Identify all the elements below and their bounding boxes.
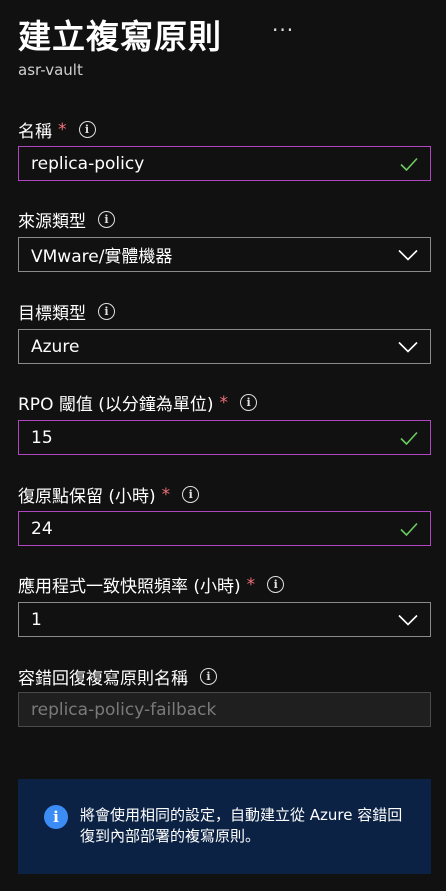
source-type-label: 來源類型 i (18, 207, 115, 232)
banner-text: 將會使用相同的設定，自動建立從 Azure 容錯回復到內部部署的複寫原則。 (80, 806, 403, 845)
chevron-down-icon (398, 614, 418, 626)
name-label: 名稱 * i (18, 117, 96, 142)
retention-input[interactable]: 24 (18, 511, 431, 546)
target-type-label-text: 目標類型 (18, 304, 86, 324)
check-icon (400, 431, 418, 445)
chevron-down-icon (398, 249, 418, 261)
info-icon[interactable]: i (182, 486, 200, 503)
info-banner: i 將會使用相同的設定，自動建立從 Azure 容錯回復到內部部署的複寫原則。 (18, 779, 431, 874)
rpo-label-text: RPO 閾值 (以分鐘為單位) (18, 395, 214, 415)
required-marker: * (58, 119, 67, 140)
name-label-text: 名稱 (18, 122, 52, 142)
app-snapshot-value: 1 (31, 609, 42, 630)
info-icon[interactable]: i (267, 576, 285, 593)
source-type-dropdown[interactable]: VMware/實體機器 (18, 237, 431, 272)
failback-name-value: replica-policy-failback (31, 699, 217, 720)
required-marker: * (161, 484, 171, 505)
info-icon[interactable]: i (240, 394, 258, 411)
rpo-label: RPO 閾值 (以分鐘為單位) * i (18, 390, 258, 415)
retention-input-value: 24 (31, 518, 53, 539)
required-marker: * (246, 574, 256, 595)
retention-label: 復原點保留 (小時) * i (18, 482, 200, 507)
page-title: 建立複寫原則 (18, 17, 222, 56)
target-type-value: Azure (31, 336, 80, 357)
failback-name-label: 容錯回復複寫原則名稱 i (18, 664, 217, 689)
failback-name-label-text: 容錯回復複寫原則名稱 (18, 669, 188, 689)
info-circle-icon: i (44, 805, 68, 829)
rpo-input-value: 15 (31, 427, 53, 448)
info-icon[interactable]: i (98, 303, 115, 320)
create-replication-policy-panel: 建立複寫原則 ··· asr-vault 名稱 * i replica-poli… (0, 0, 446, 891)
check-icon (400, 157, 418, 171)
rpo-input[interactable]: 15 (18, 420, 431, 455)
app-snapshot-dropdown[interactable]: 1 (18, 602, 431, 637)
app-snapshot-label: 應用程式一致快照頻率 (小時) * i (18, 572, 285, 597)
page-subtitle: asr-vault (18, 61, 83, 79)
info-icon[interactable]: i (98, 211, 115, 228)
name-input[interactable]: replica-policy (18, 146, 431, 181)
check-icon (400, 522, 418, 536)
target-type-label: 目標類型 i (18, 299, 115, 324)
app-snapshot-label-text: 應用程式一致快照頻率 (小時) (18, 577, 241, 597)
chevron-down-icon (398, 341, 418, 353)
source-type-value: VMware/實體機器 (31, 247, 173, 267)
info-icon[interactable]: i (78, 121, 96, 138)
target-type-dropdown[interactable]: Azure (18, 329, 431, 364)
source-type-label-text: 來源類型 (18, 212, 86, 232)
retention-label-text: 復原點保留 (小時) (18, 487, 156, 507)
name-input-value: replica-policy (31, 153, 145, 174)
more-options-icon[interactable]: ··· (272, 18, 294, 42)
failback-name-input: replica-policy-failback (18, 692, 431, 727)
info-icon[interactable]: i (200, 668, 217, 685)
required-marker: * (219, 392, 229, 413)
